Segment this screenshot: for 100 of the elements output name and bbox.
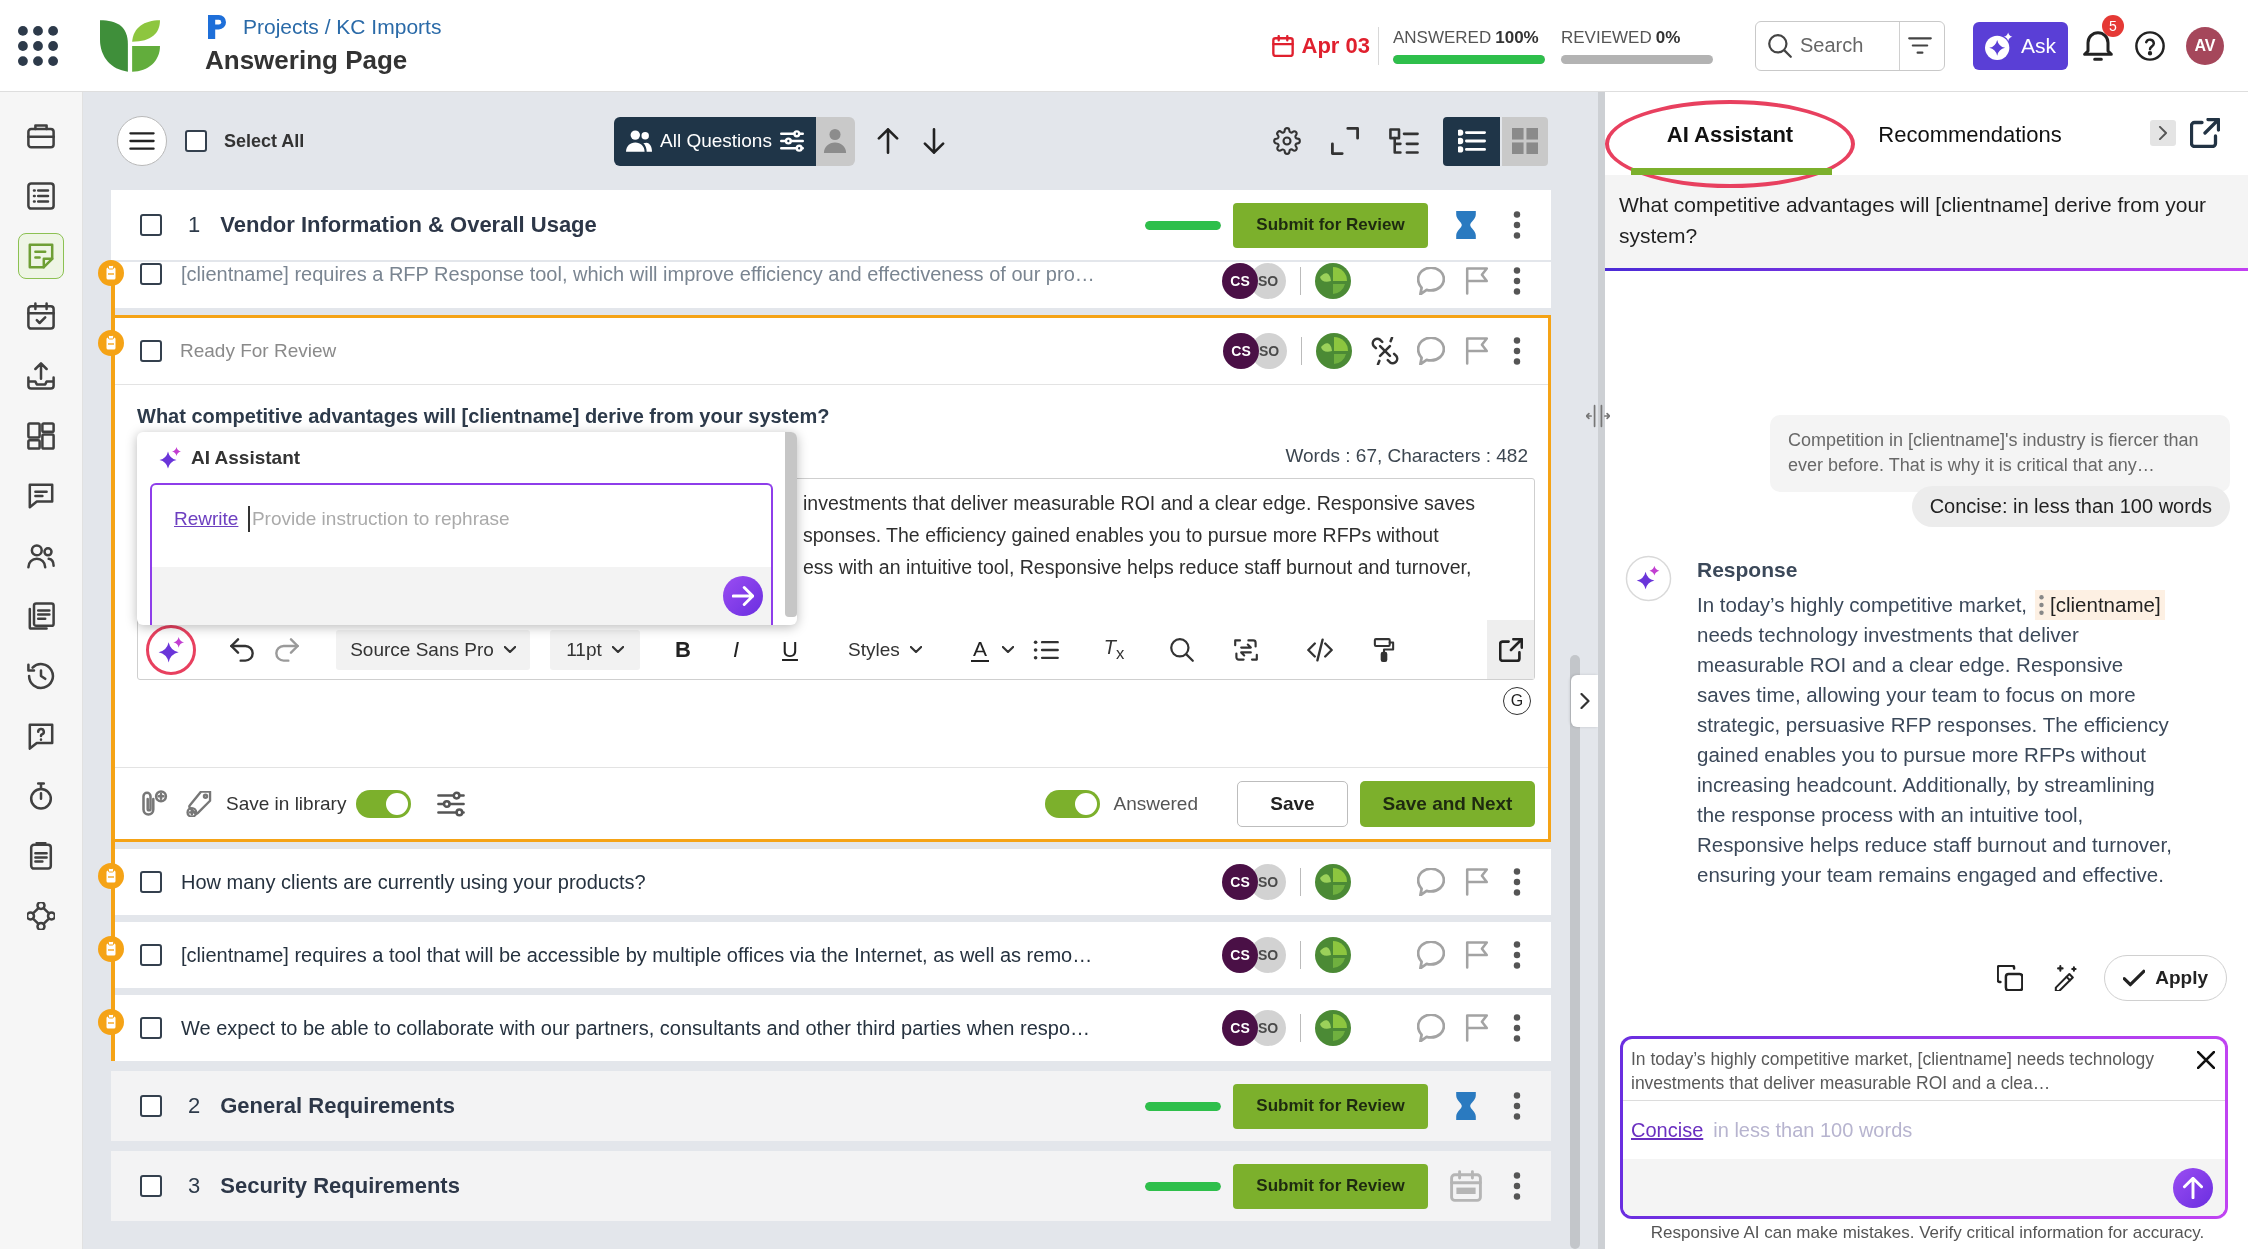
tag-icon[interactable] xyxy=(186,790,212,817)
section-header[interactable]: 3 Security Requirements Submit for Review xyxy=(111,1151,1551,1221)
send-button[interactable] xyxy=(723,576,763,616)
sparkle-icon xyxy=(1985,31,2013,60)
stopwatch-icon xyxy=(27,782,55,810)
sliders-icon xyxy=(779,129,804,153)
toggle-switch[interactable] xyxy=(356,789,412,818)
calendar-icon xyxy=(1271,34,1294,57)
assignee-avatar[interactable]: CS xyxy=(1222,937,1258,973)
resize-handle-icon[interactable] xyxy=(1586,404,1610,428)
styles-dropdown[interactable]: Styles xyxy=(848,638,933,661)
section-header[interactable]: 2 General Requirements Submit for Review xyxy=(111,1071,1551,1141)
submit-button[interactable]: Submit for Review xyxy=(1233,1083,1428,1129)
section-title: General Requirements xyxy=(220,1093,455,1119)
rewrite-link[interactable]: Rewrite xyxy=(174,508,239,530)
checkbox[interactable] xyxy=(140,214,162,236)
text-color-button[interactable]: A xyxy=(971,637,989,662)
logo-icon[interactable] xyxy=(100,19,160,72)
submit-button[interactable]: Submit for Review xyxy=(1233,202,1428,248)
apps-icon[interactable] xyxy=(18,25,58,66)
checkbox[interactable] xyxy=(140,1017,162,1039)
paint-roller-icon[interactable] xyxy=(1372,637,1396,662)
sliders-icon[interactable] xyxy=(437,789,466,818)
clear-format-button[interactable]: T$_{x}$ xyxy=(1100,635,1128,664)
answer-text: sponses. The efficiency gained enables you to pursue more RFPs without xyxy=(803,523,1439,548)
instruction-input[interactable]: Provide instruction to rephrase xyxy=(251,508,749,530)
format-button[interactable]: I xyxy=(721,636,751,663)
checkbox[interactable] xyxy=(140,263,162,285)
bell-icon[interactable] xyxy=(2083,30,2113,61)
copy-icon[interactable] xyxy=(1997,965,2024,991)
search-icon[interactable] xyxy=(1170,637,1194,662)
format-button[interactable]: U xyxy=(775,636,805,663)
send-button[interactable] xyxy=(2173,1167,2213,1208)
redo-icon[interactable] xyxy=(275,637,299,662)
ask-button[interactable]: Ask xyxy=(1973,21,2068,70)
help-icon[interactable] xyxy=(2135,30,2165,61)
chevron-right-icon xyxy=(2156,126,2170,140)
panel-tab[interactable]: AI Assistant xyxy=(1605,100,1855,188)
token-text: [clientname] xyxy=(2050,592,2161,618)
list-view-button[interactable] xyxy=(1443,116,1500,166)
open-external-icon[interactable] xyxy=(2190,118,2220,148)
collapse-tab[interactable] xyxy=(1571,675,1598,727)
checkbox[interactable] xyxy=(140,340,162,362)
section-header[interactable]: 1 Vendor Information & Overall Usage Submit for Review xyxy=(111,190,1551,260)
open-editor-button[interactable] xyxy=(1487,620,1534,679)
placeholder-token[interactable]: [clientname] xyxy=(2035,590,2165,620)
font-dropdown[interactable]: Source Sans Pro xyxy=(336,629,530,670)
scrollbar[interactable] xyxy=(785,432,797,617)
select-all-label[interactable]: Select All xyxy=(224,130,305,152)
filter-button[interactable]: All Questions xyxy=(614,116,816,166)
attach-icon[interactable] xyxy=(140,789,168,818)
section-title: Security Requirements xyxy=(220,1173,460,1199)
history-icon xyxy=(27,662,55,690)
assignee-avatar[interactable]: CS xyxy=(1222,864,1258,900)
caret-down-icon[interactable] xyxy=(1002,646,1014,653)
toggle-switch[interactable] xyxy=(1044,789,1100,818)
checkbox[interactable] xyxy=(185,130,207,152)
assignee-avatar[interactable]: CS xyxy=(1222,1010,1258,1046)
page-title: Answering Page xyxy=(205,45,409,76)
composer-input[interactable]: in less than 100 words xyxy=(1713,1118,2217,1142)
save-next-button[interactable]: Save and Next xyxy=(1360,780,1535,827)
checkbox[interactable] xyxy=(140,1175,162,1197)
checkbox[interactable] xyxy=(140,944,162,966)
grammar-badge[interactable]: G xyxy=(1503,687,1531,715)
grid-view-icon xyxy=(1512,128,1538,154)
checkbox[interactable] xyxy=(140,871,162,893)
breadcrumb-link[interactable]: Projects / KC Imports xyxy=(243,15,442,39)
format-button[interactable]: B xyxy=(668,636,698,663)
code-icon[interactable] xyxy=(1307,636,1333,663)
font-size-dropdown[interactable]: 11pt xyxy=(550,629,640,670)
checkbox[interactable] xyxy=(140,1095,162,1117)
arrow-right-icon xyxy=(732,585,754,607)
scrollbar[interactable] xyxy=(1570,655,1580,1249)
undo-icon[interactable] xyxy=(230,637,254,662)
close-icon[interactable] xyxy=(2197,1051,2215,1069)
concise-link[interactable]: Concise xyxy=(1631,1118,1704,1142)
filter-icon[interactable] xyxy=(1908,37,1932,54)
assignee-avatar[interactable]: CS xyxy=(1223,333,1259,369)
swap-icon[interactable] xyxy=(1234,637,1258,662)
menu-button[interactable] xyxy=(117,116,167,166)
search-input[interactable]: Search xyxy=(1800,34,1872,57)
search-icon xyxy=(1768,33,1792,58)
tree-list-icon[interactable] xyxy=(1389,126,1419,156)
unlink-icon[interactable] xyxy=(1371,337,1399,365)
user-avatar[interactable]: AV xyxy=(2186,26,2224,65)
question-text: What competitive advantages will [clientname] derive from your system? xyxy=(1619,192,2208,249)
collapse-button[interactable] xyxy=(2150,120,2176,146)
save-button[interactable]: Save xyxy=(1237,780,1348,827)
submit-button[interactable]: Submit for Review xyxy=(1233,1163,1428,1209)
question-status: Ready For Review xyxy=(180,340,337,362)
assignee-button[interactable] xyxy=(815,116,855,166)
settings-icon[interactable] xyxy=(1273,127,1301,155)
assignee-avatar[interactable]: CS xyxy=(1222,263,1258,299)
sparkle-icon xyxy=(159,446,181,469)
documents-icon xyxy=(27,602,55,630)
question-text: [clientname] requires a RFP Response tool, which will improve efficiency and effectiveness of our pro… xyxy=(181,263,1095,286)
due-date: Apr 03 xyxy=(1301,32,1370,59)
expand-icon[interactable] xyxy=(1331,127,1359,155)
notification-badge: 5 xyxy=(2102,14,2124,37)
response-text: In today’s highly competitive market, xyxy=(1697,592,2028,618)
